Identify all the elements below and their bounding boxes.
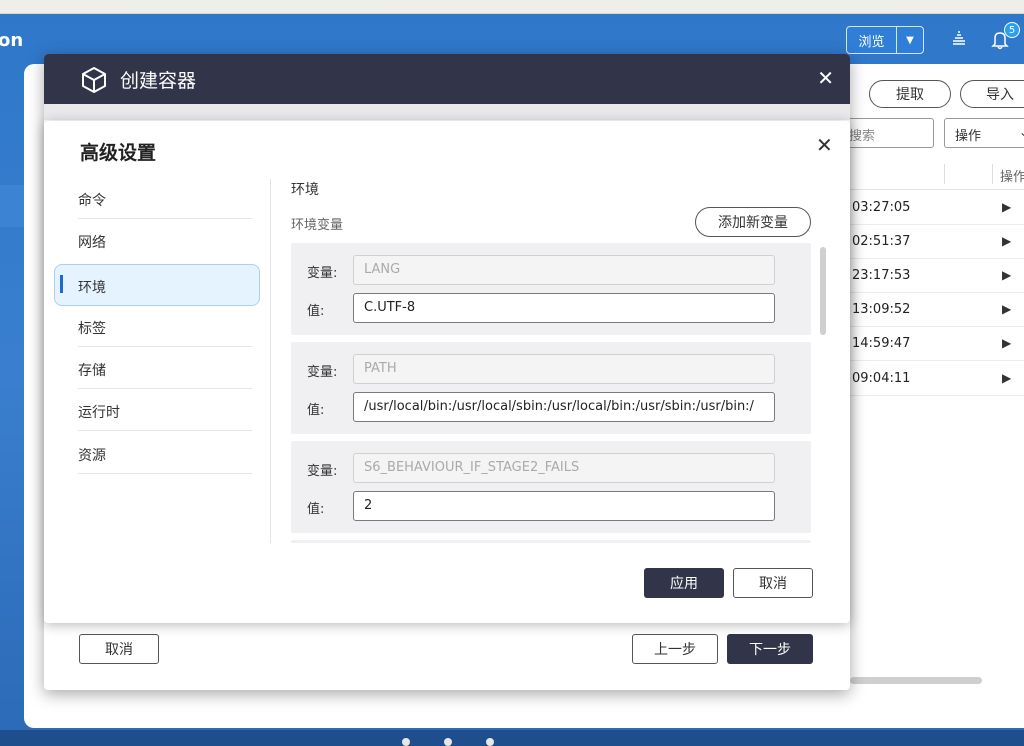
- nav-item-label: 环境: [78, 280, 106, 296]
- variable-key-input[interactable]: LANG: [353, 255, 775, 285]
- notification-badge: 5: [1004, 22, 1020, 38]
- play-icon[interactable]: ▶: [1002, 268, 1011, 282]
- operation-select[interactable]: 操作 ⌄: [944, 118, 1024, 148]
- variable-value-input[interactable]: C.UTF-8: [353, 293, 775, 323]
- section-subtitle: 环境变量: [291, 218, 344, 233]
- row-time: 13:09:52: [852, 302, 911, 317]
- env-variable-card: 变量: PATH 值: /usr/local/bin:/usr/local/sb…: [291, 342, 811, 434]
- chevron-down-icon: ⌄: [1019, 125, 1024, 139]
- nav-item-label: 网络: [78, 235, 106, 251]
- table-row[interactable]: 09:04:11 ▶: [850, 362, 1024, 396]
- brand-logo-text: on: [0, 30, 24, 51]
- browser-toolbar: [0, 0, 1024, 14]
- divider: [270, 179, 271, 543]
- env-variable-card: 变量: S6_BEHAVIOUR_IF_STAGE2_FAILS 值: 2: [291, 441, 811, 533]
- table-row[interactable]: 03:27:05 ▶: [850, 191, 1024, 225]
- taskbar: [0, 730, 1024, 746]
- chevron-down-icon[interactable]: ▼: [897, 27, 923, 53]
- wizard-steps: [44, 104, 850, 120]
- cube-icon: [80, 66, 108, 98]
- advanced-settings-title: 高级设置: [80, 142, 157, 164]
- create-dialog-title: 创建容器: [120, 70, 197, 92]
- section-title: 环境: [291, 182, 319, 198]
- nav-item-label: 标签: [78, 321, 106, 337]
- sidebar-selected-strip: [0, 185, 24, 227]
- play-icon[interactable]: ▶: [1002, 302, 1011, 316]
- apply-button[interactable]: 应用: [644, 568, 724, 598]
- stack-icon[interactable]: [950, 30, 968, 53]
- active-indicator: [60, 275, 63, 293]
- variable-value-input[interactable]: 2: [353, 491, 775, 521]
- extract-button[interactable]: 提取: [869, 80, 951, 108]
- play-icon[interactable]: ▶: [1002, 200, 1011, 214]
- nav-item-command[interactable]: 命令: [54, 179, 260, 219]
- import-button[interactable]: 导入: [960, 80, 1024, 108]
- nav-item-label: 存储: [78, 363, 106, 379]
- variable-key-input[interactable]: PATH: [353, 354, 775, 384]
- nav-item-label: 命令: [78, 193, 106, 209]
- nav-item-resources[interactable]: 资源: [54, 434, 260, 474]
- variable-key-input[interactable]: S6_BEHAVIOUR_IF_STAGE2_FAILS: [353, 453, 775, 483]
- nav-item-labels[interactable]: 标签: [54, 307, 260, 347]
- variable-label: 变量:: [307, 266, 338, 281]
- env-variable-card: 变量: LANG 值: C.UTF-8: [291, 243, 811, 335]
- env-variable-list[interactable]: 变量: LANG 值: C.UTF-8 变量: PATH 值: /usr/loc…: [291, 243, 813, 543]
- page-indicator-dot[interactable]: [486, 738, 494, 746]
- table-header: 操作: [850, 160, 1024, 190]
- table-row[interactable]: 02:51:37 ▶: [850, 225, 1024, 259]
- row-time: 23:17:53: [852, 268, 911, 283]
- horizontal-scrollbar[interactable]: [850, 677, 982, 684]
- row-time: 02:51:37: [852, 234, 911, 249]
- table-row[interactable]: 23:17:53 ▶: [850, 259, 1024, 293]
- cancel-button[interactable]: 取消: [733, 568, 813, 598]
- value-label: 值:: [307, 502, 325, 517]
- row-time: 14:59:47: [852, 336, 911, 351]
- nav-item-network[interactable]: 网络: [54, 221, 260, 261]
- row-time: 03:27:05: [852, 200, 911, 215]
- nav-item-storage[interactable]: 存储: [54, 349, 260, 389]
- nav-item-label: 资源: [78, 448, 106, 464]
- value-label: 值:: [307, 403, 325, 418]
- column-header-operation: 操作: [1000, 170, 1024, 185]
- value-label: 值:: [307, 304, 325, 319]
- nav-item-environment[interactable]: 环境: [54, 264, 260, 306]
- advanced-settings-dialog: 高级设置 ✕ 命令 网络 环境 标签 存储 运行时 资源 环境 环境变量 添加新…: [44, 121, 850, 623]
- close-icon[interactable]: ✕: [816, 133, 833, 157]
- play-icon[interactable]: ▶: [1002, 371, 1011, 385]
- create-dialog-header: 创建容器 ✕: [44, 54, 850, 104]
- variable-label: 变量:: [307, 365, 338, 380]
- next-step-button[interactable]: 下一步: [727, 634, 813, 664]
- nav-item-runtime[interactable]: 运行时: [54, 391, 260, 431]
- play-icon[interactable]: ▶: [1002, 234, 1011, 248]
- browse-button[interactable]: 浏览 ▼: [846, 26, 924, 54]
- play-icon[interactable]: ▶: [1002, 336, 1011, 350]
- operation-select-label: 操作: [955, 129, 982, 144]
- add-variable-button[interactable]: 添加新变量: [695, 207, 811, 237]
- table-row[interactable]: 13:09:52 ▶: [850, 293, 1024, 327]
- row-time: 09:04:11: [852, 371, 911, 386]
- close-icon[interactable]: ✕: [817, 66, 834, 90]
- variable-value-input[interactable]: /usr/local/bin:/usr/local/sbin:/usr/loca…: [353, 392, 775, 422]
- variable-label: 变量:: [307, 464, 338, 479]
- page-indicator-dot[interactable]: [444, 738, 452, 746]
- vertical-scrollbar[interactable]: [820, 247, 826, 335]
- create-cancel-button[interactable]: 取消: [79, 634, 159, 664]
- search-input[interactable]: 搜索: [838, 118, 934, 148]
- previous-step-button[interactable]: 上一步: [632, 634, 718, 664]
- table-row[interactable]: 14:59:47 ▶: [850, 327, 1024, 361]
- page-indicator-dot[interactable]: [402, 738, 410, 746]
- env-variable-card: [291, 540, 811, 543]
- nav-item-label: 运行时: [78, 405, 120, 421]
- browse-button-label: 浏览: [847, 27, 897, 53]
